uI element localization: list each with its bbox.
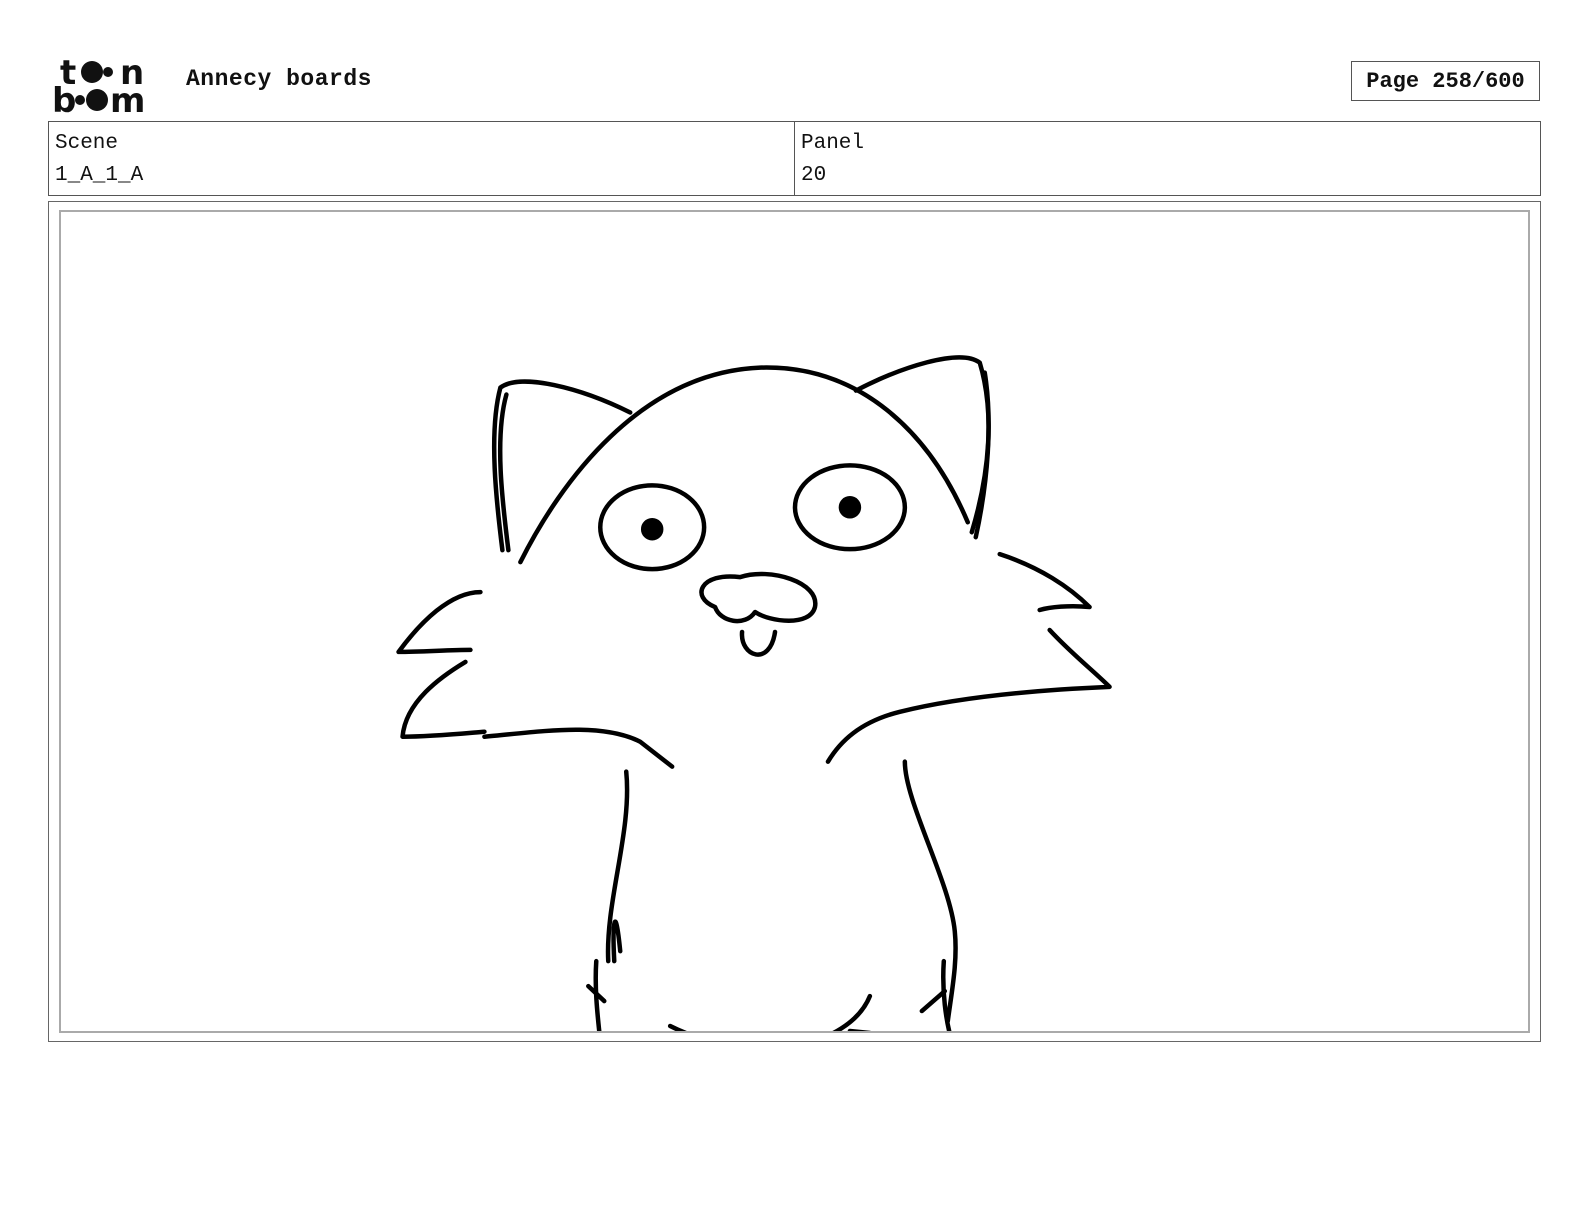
scene-cell: Scene 1_A_1_A <box>49 122 794 195</box>
scene-value: 1_A_1_A <box>55 164 144 187</box>
project-title: Annecy boards <box>186 66 372 92</box>
left-ear <box>491 379 633 553</box>
storyboard-panel-frame <box>48 201 1541 1042</box>
mouth <box>739 629 778 657</box>
toon-boom-logo: t n b m <box>52 53 145 114</box>
storyboard-panel <box>59 210 1530 1033</box>
svg-text:m: m <box>110 81 145 114</box>
body-right <box>902 759 958 1024</box>
cat-sketch-drawing <box>396 355 1112 1031</box>
panel-label: Panel <box>801 132 865 155</box>
panel-value: 20 <box>801 164 827 187</box>
page-indicator: Page 258/600 <box>1351 61 1540 101</box>
svg-text:b: b <box>52 81 76 114</box>
nose <box>699 571 818 624</box>
scene-panel-info: Scene 1_A_1_A Panel 20 <box>48 121 1541 196</box>
belly <box>667 993 873 1031</box>
scene-label: Scene <box>55 132 119 155</box>
panel-cell: Panel 20 <box>794 122 1540 195</box>
